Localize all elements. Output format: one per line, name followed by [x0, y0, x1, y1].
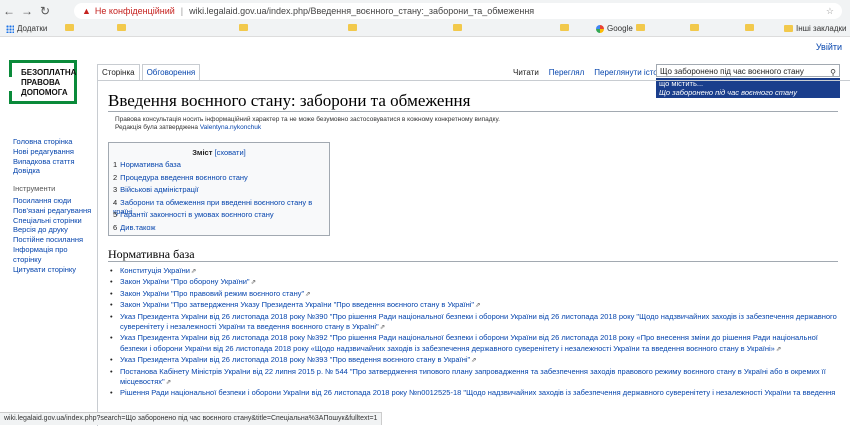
- table-of-contents: Зміст [сховати] 1 Нормативна база 2 Процед…: [108, 142, 330, 236]
- folder-icon: [348, 24, 357, 31]
- sidebar-item-random[interactable]: Випадкова стаття: [13, 157, 95, 167]
- star-icon[interactable]: ☆: [826, 6, 834, 17]
- other-bookmarks[interactable]: Інші закладки: [784, 24, 847, 33]
- reference-list: Конституція України⇗ Закон України "Про …: [110, 266, 840, 399]
- bookmark-folder[interactable]: [636, 24, 648, 31]
- bookmark-folder[interactable]: [690, 24, 702, 31]
- content-area: Введення воєнного стану: заборони та обм…: [97, 80, 850, 426]
- folder-icon: [636, 24, 645, 31]
- view-tabs: Читати Переглял Переглянути історію: [508, 66, 675, 79]
- sidebar-item-page-info[interactable]: Інформація про сторінку: [13, 245, 95, 265]
- url-field[interactable]: ▲ Не конфіденційний | wiki.legalaid.gov.…: [74, 3, 842, 19]
- folder-icon: [239, 24, 248, 31]
- list-item[interactable]: Рішення Ради національної безпеки і обор…: [110, 388, 840, 399]
- bookmark-folder[interactable]: [65, 24, 77, 31]
- list-item[interactable]: Указ Президента України від 26 листопада…: [110, 333, 840, 355]
- security-label: Не конфіденційний: [94, 6, 175, 16]
- external-link-icon: ⇗: [775, 345, 782, 353]
- bookmark-folder[interactable]: [239, 24, 251, 31]
- bookmark-folder[interactable]: [453, 24, 465, 31]
- external-link-icon: ⇗: [190, 268, 197, 275]
- list-item[interactable]: Указ Президента України від 26 листопада…: [110, 355, 840, 366]
- url-text: wiki.legalaid.gov.ua/index.php/Введення_…: [189, 6, 535, 16]
- section-divider: [108, 261, 838, 262]
- external-link-icon: ⇗: [471, 357, 477, 365]
- sidebar: Головна сторінка Нові редагування Випадк…: [13, 137, 95, 274]
- bookmark-folder[interactable]: [560, 24, 572, 31]
- toc-item[interactable]: 5 Гарантії законності в умовах воєнного с…: [113, 210, 274, 219]
- google-icon: [596, 24, 604, 33]
- page-title: Введення воєнного стану: заборони та обм…: [108, 91, 471, 110]
- sidebar-item-main-page[interactable]: Головна сторінка: [13, 137, 95, 147]
- tab-read[interactable]: Читати: [508, 66, 544, 79]
- toc-item[interactable]: 3 Військові адміністрації: [113, 185, 199, 194]
- search-input[interactable]: Що заборонено під час воєнного стану ⚲: [656, 64, 840, 77]
- sidebar-item-recent-changes[interactable]: Нові редагування: [13, 147, 95, 157]
- bookmarks-bar: Додатки Google Інші закладки: [0, 22, 850, 37]
- apps-bookmark[interactable]: Додатки: [6, 24, 47, 33]
- list-item[interactable]: Закон України "Про оборону України"⇗: [110, 277, 840, 288]
- sidebar-item-cite[interactable]: Цитувати сторінку: [13, 265, 95, 275]
- google-bookmark[interactable]: Google: [596, 24, 633, 33]
- folder-icon: [745, 24, 754, 31]
- external-link-icon: ⇗: [305, 290, 311, 298]
- folder-icon: [117, 24, 126, 31]
- list-item[interactable]: Конституція України⇗: [110, 266, 840, 277]
- site-logo[interactable]: БЕЗОПЛАТНА ПРАВОВА ДОПОМОГА: [9, 60, 77, 104]
- sidebar-item-permalink[interactable]: Постійне посилання: [13, 235, 95, 245]
- address-bar: ← → ↻ ▲ Не конфіденційний | wiki.legalai…: [0, 0, 850, 22]
- external-link-icon: ⇗: [379, 324, 386, 332]
- list-item[interactable]: Указ Президента України від 26 листопада…: [110, 312, 840, 334]
- list-item[interactable]: Постанова Кабінету Міністрів України від…: [110, 367, 840, 389]
- bookmark-folder[interactable]: [117, 24, 129, 31]
- list-item[interactable]: Закон України "Про затвердження Указу Пр…: [110, 300, 840, 311]
- bookmark-folder[interactable]: [348, 24, 360, 31]
- sidebar-item-print[interactable]: Версія до друку: [13, 225, 95, 235]
- external-link-icon: ⇗: [475, 302, 481, 310]
- login-link[interactable]: Увійти: [816, 42, 842, 52]
- toc-title: Зміст: [192, 148, 213, 157]
- title-divider: [108, 111, 838, 112]
- author-link[interactable]: Valentyna.nykonchuk: [200, 124, 261, 131]
- section-heading: Нормативна база: [108, 247, 195, 261]
- status-bar: wiki.legalaid.gov.ua/index.php?search=Що…: [0, 412, 383, 425]
- folder-icon: [65, 24, 74, 31]
- warning-icon: ▲: [82, 6, 91, 16]
- forward-icon[interactable]: →: [18, 4, 36, 18]
- folder-icon: [784, 25, 793, 32]
- folder-icon: [560, 24, 569, 31]
- list-item[interactable]: Закон України "Про правовий режим воєнно…: [110, 289, 840, 300]
- toc-item[interactable]: 2 Процедура введення воєнного стану: [113, 173, 248, 182]
- toc-hide-link[interactable]: [сховати]: [214, 148, 245, 157]
- toc-item[interactable]: 6 Див.також: [113, 223, 156, 232]
- back-icon[interactable]: ←: [0, 4, 18, 18]
- sidebar-item-related-changes[interactable]: Пов'язані редагування: [13, 206, 95, 216]
- folder-icon: [690, 24, 699, 31]
- external-link-icon: ⇗: [165, 379, 172, 387]
- apps-icon: [6, 24, 14, 33]
- sidebar-item-special-pages[interactable]: Спеціальні сторінки: [13, 216, 95, 226]
- tab-view-source[interactable]: Переглял: [544, 66, 590, 79]
- folder-icon: [453, 24, 462, 31]
- sidebar-tools-heading: Інструменти: [13, 184, 56, 194]
- notice-text: Правова консультація носить інформаційни…: [115, 116, 500, 131]
- bookmark-folder[interactable]: [745, 24, 757, 31]
- external-link-icon: ⇗: [250, 279, 257, 287]
- toc-item[interactable]: 1 Нормативна база: [113, 160, 181, 169]
- tab-page[interactable]: Сторінка: [97, 64, 140, 80]
- sidebar-item-whatlinkshere[interactable]: Посилання сюди: [13, 196, 95, 206]
- search-input-value: Що заборонено під час воєнного стану: [660, 67, 804, 76]
- sidebar-item-help[interactable]: Довідка: [13, 166, 95, 176]
- tab-discussion[interactable]: Обговорення: [141, 64, 201, 80]
- namespace-tabs: Сторінка Обговорення: [97, 64, 202, 80]
- reload-icon[interactable]: ↻: [36, 4, 54, 18]
